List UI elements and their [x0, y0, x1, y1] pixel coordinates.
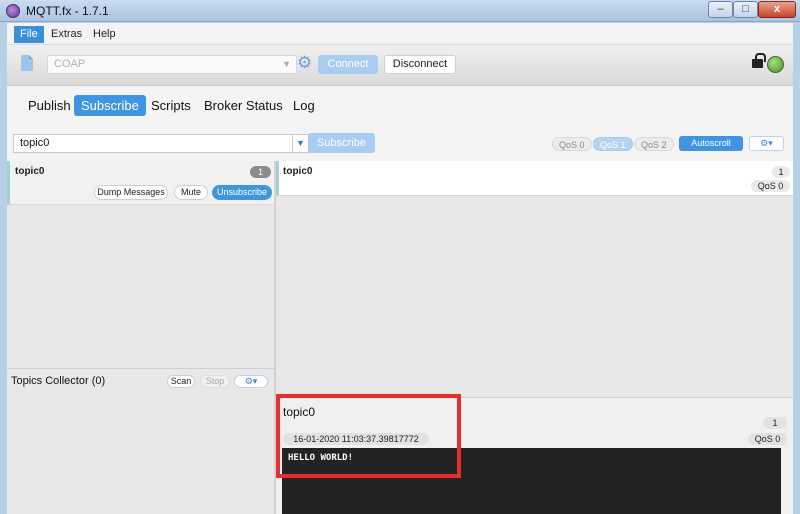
qos2-toggle[interactable]: QoS 2 [634, 137, 674, 151]
message-count-badge: 1 [250, 166, 271, 178]
message-index-badge: 1 [772, 166, 790, 178]
unlock-icon [752, 53, 766, 68]
subscribe-button[interactable]: Subscribe [308, 133, 375, 153]
message-item[interactable]: topic0 1 QoS 0 [276, 161, 793, 196]
close-button[interactable]: x [758, 1, 796, 18]
connection-status-icon [767, 56, 784, 73]
dump-messages-button[interactable]: Dump Messages [94, 185, 168, 200]
minimize-button[interactable]: – [708, 1, 733, 18]
subscribe-bar: topic0 ▼ Subscribe QoS 0 QoS 1 QoS 2 Aut… [7, 126, 793, 161]
window-title: MQTT.fx - 1.7.1 [26, 4, 109, 18]
document-icon [21, 55, 33, 71]
topic-input[interactable]: topic0 [13, 134, 293, 153]
tab-broker-status[interactable]: Broker Status [197, 95, 290, 116]
connection-profile-value: COAP [54, 58, 86, 70]
disconnect-button[interactable]: Disconnect [384, 55, 456, 74]
app-icon [6, 4, 20, 18]
message-topic: topic0 [283, 166, 313, 177]
subscription-item[interactable]: topic0 1 Dump Messages Mute Unsubscribe [7, 161, 274, 205]
title-bar: MQTT.fx - 1.7.1 – □ x [0, 0, 800, 22]
maximize-button[interactable]: □ [733, 1, 758, 18]
connection-profile-select[interactable]: COAP ▼ [47, 55, 297, 74]
connection-toolbar: COAP ▼ ⚙ Connect Disconnect [7, 45, 793, 86]
message-qos-badge: QoS 0 [751, 180, 790, 192]
gear-icon[interactable]: ⚙ [297, 54, 315, 72]
detail-qos-badge: QoS 0 [748, 433, 787, 445]
topics-collector: Topics Collector (0) Scan Stop ⚙▾ [7, 368, 274, 514]
main-tabs: Publish Subscribe Scripts Broker Status … [7, 86, 793, 126]
tab-publish[interactable]: Publish [21, 95, 78, 116]
autoscroll-button[interactable]: Autoscroll [679, 136, 743, 151]
gear-dropdown-icon[interactable]: ⚙▾ [234, 375, 268, 388]
payload-scrollbar[interactable] [781, 448, 793, 514]
stop-button[interactable]: Stop [200, 375, 230, 388]
gear-dropdown-icon[interactable]: ⚙▾ [749, 136, 784, 151]
menu-file[interactable]: File [14, 26, 44, 43]
tab-subscribe[interactable]: Subscribe [74, 95, 146, 116]
menu-bar: File Extras Help [7, 23, 793, 45]
qos0-toggle[interactable]: QoS 0 [552, 137, 592, 151]
unsubscribe-button[interactable]: Unsubscribe [212, 185, 272, 200]
tab-log[interactable]: Log [286, 95, 322, 116]
subscriptions-pane: topic0 1 Dump Messages Mute Unsubscribe [7, 161, 274, 368]
mute-button[interactable]: Mute [174, 185, 208, 200]
connect-button[interactable]: Connect [318, 55, 378, 74]
chevron-down-icon: ▼ [282, 59, 291, 69]
tab-scripts[interactable]: Scripts [144, 95, 198, 116]
menu-extras[interactable]: Extras [45, 26, 88, 43]
chevron-down-icon[interactable]: ▼ [293, 134, 309, 153]
messages-pane: topic0 1 QoS 0 [276, 161, 793, 397]
qos1-toggle[interactable]: QoS 1 [593, 137, 633, 151]
annotation-highlight-box [276, 394, 461, 478]
scan-button[interactable]: Scan [167, 375, 195, 388]
menu-help[interactable]: Help [87, 26, 122, 43]
window-frame-left [0, 22, 7, 514]
window-frame-right [793, 22, 800, 514]
topics-collector-title: Topics Collector (0) [11, 375, 106, 387]
detail-index-badge: 1 [763, 417, 787, 429]
subscription-topic: topic0 [15, 166, 45, 177]
